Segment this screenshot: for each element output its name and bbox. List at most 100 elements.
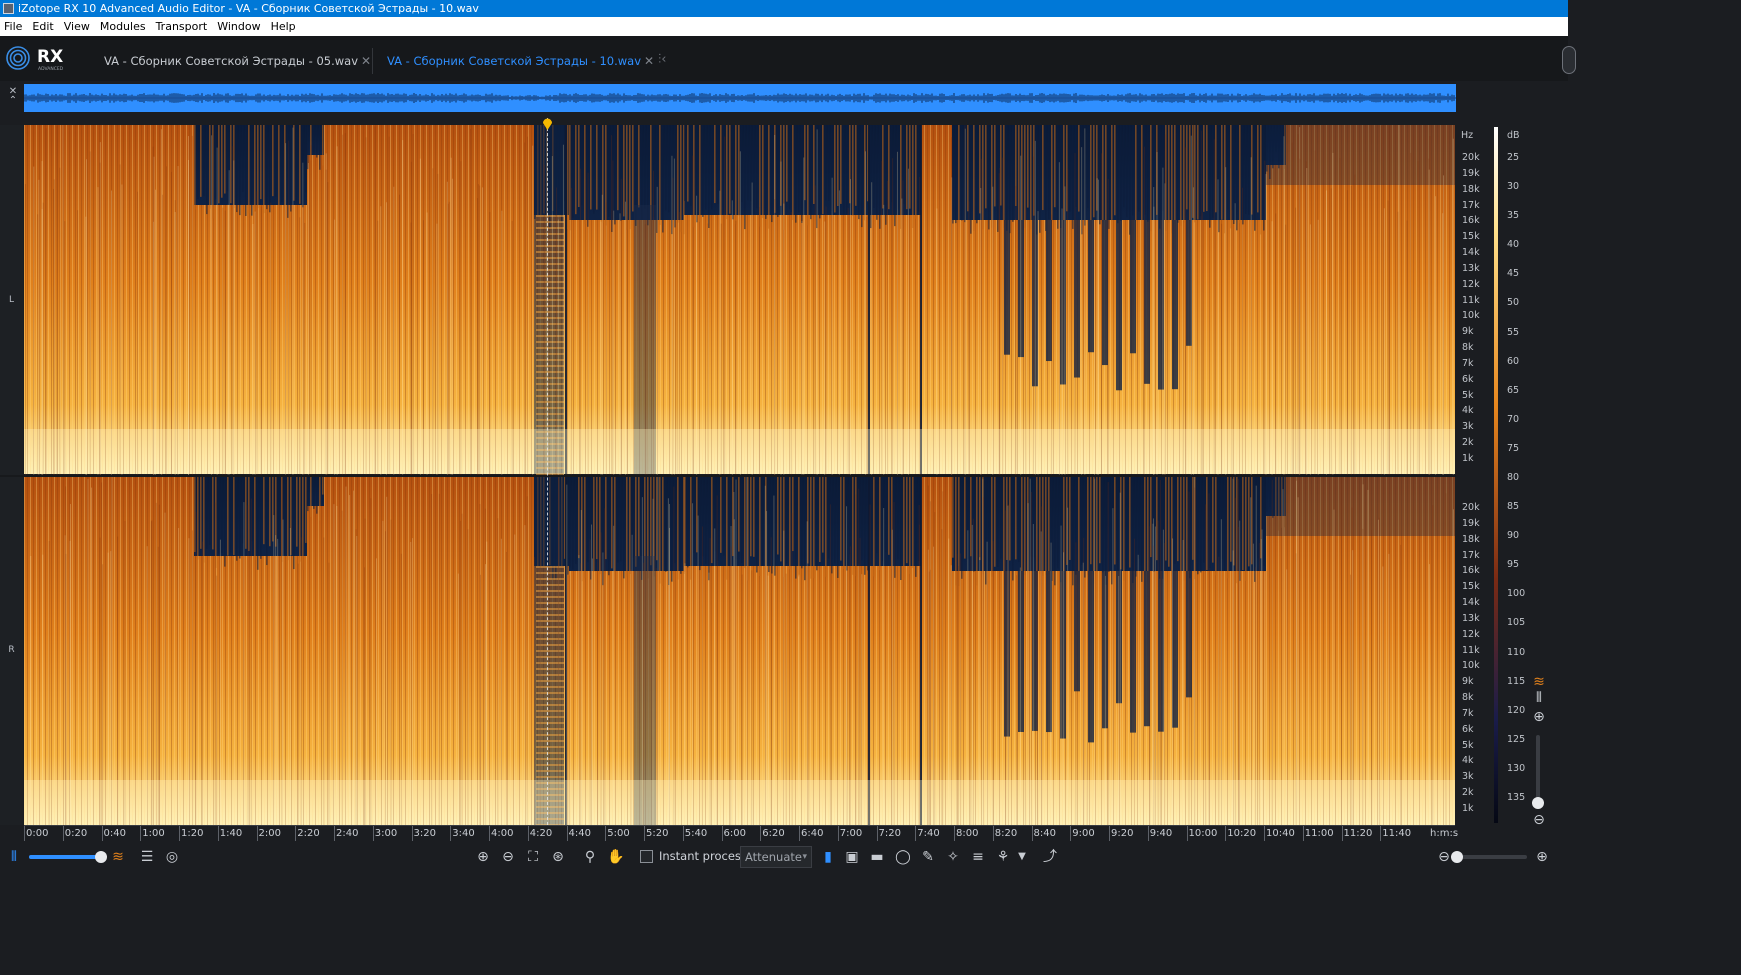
close-icon[interactable]: ✕: [644, 45, 654, 77]
spectrogram-display-icon[interactable]: ≋: [108, 847, 128, 867]
spectral-edge: [1180, 125, 1182, 226]
frequency-axis[interactable]: Hz 20k 19k 18k 17k 16k 15k 14k 13k 12k 11k 10k 9k 8k…: [1456, 125, 1494, 825]
time-frequency-selection-tool-icon[interactable]: ▣: [842, 847, 862, 867]
transient: [1029, 478, 1031, 825]
spectral-edge: [991, 476, 993, 577]
transient: [893, 501, 895, 825]
time-tick-label: 0:20: [62, 826, 87, 842]
spectral-edge: [873, 476, 875, 577]
spectral-edge: [1000, 476, 1002, 559]
close-icon[interactable]: ✕: [361, 45, 371, 77]
comb-notch: [1018, 571, 1024, 732]
spectral-edge: [1090, 125, 1092, 230]
spectral-edge: [1242, 476, 1244, 570]
spectral-edge: [1021, 476, 1023, 572]
collapse-overview-icon[interactable]: ✕ ⌃: [6, 87, 20, 106]
harmonic-band: [536, 305, 564, 307]
lasso-tool-icon[interactable]: ◯: [893, 847, 913, 867]
tools-menu-chevron-icon[interactable]: ▼: [1012, 847, 1032, 867]
menu-view[interactable]: View: [64, 20, 90, 33]
history-icon[interactable]: ☰: [137, 847, 157, 867]
slider-knob[interactable]: [1451, 851, 1463, 863]
instant-process-mode-select[interactable]: Attenuate ▾: [740, 846, 812, 868]
spectral-edge: [1096, 476, 1098, 572]
zoom-in-frequency-icon[interactable]: ⊕: [1529, 707, 1549, 727]
harmonic-band: [536, 269, 564, 271]
spectral-edge: [209, 476, 211, 545]
time-ruler[interactable]: 0:00 0:20 0:40 1:00 1:20 1:40 2:00 2:20 2:40 3:00…: [24, 825, 1458, 842]
frequency-selection-tool-icon[interactable]: ▬: [867, 847, 887, 867]
spectral-edge: [1227, 125, 1229, 210]
zoom-tool-icon[interactable]: ⚲: [580, 847, 600, 867]
spectral-edge: [1135, 125, 1137, 222]
playhead-line[interactable]: [547, 118, 548, 825]
transient: [746, 476, 748, 825]
transient: [934, 512, 936, 825]
menu-transport[interactable]: Transport: [156, 20, 208, 33]
spectral-edge: [1057, 476, 1059, 569]
spectral-gap: [307, 476, 324, 506]
zoom-out-frequency-icon[interactable]: ⊖: [1529, 810, 1549, 830]
frequency-tick-label: 6k: [1462, 723, 1474, 735]
hand-tool-icon[interactable]: ✋: [606, 847, 626, 867]
frequency-zoom-slider[interactable]: [1532, 735, 1544, 809]
playhead-marker-icon[interactable]: [542, 117, 553, 130]
slider-knob[interactable]: [95, 851, 107, 863]
find-similar-icon[interactable]: ⚘: [993, 847, 1013, 867]
menu-help[interactable]: Help: [271, 20, 296, 33]
time-zoom-slider[interactable]: [1451, 851, 1527, 863]
spectral-edge: [958, 125, 960, 223]
spectral-edge: [1078, 125, 1080, 212]
brush-tool-icon[interactable]: ✎: [918, 847, 938, 867]
zoom-fit-icon[interactable]: ⊛: [548, 847, 568, 867]
comments-icon[interactable]: ◎: [162, 847, 182, 867]
magic-wand-tool-icon[interactable]: ✧: [943, 847, 963, 867]
zoom-out-icon[interactable]: ⊖: [498, 847, 518, 867]
spectral-edge: [620, 476, 622, 562]
time-selection-tool-icon[interactable]: ▮: [818, 847, 838, 867]
spectral-edge: [617, 476, 619, 563]
spectral-edge: [900, 476, 902, 580]
zoom-to-selection-icon[interactable]: ⛶: [523, 847, 543, 867]
spectral-edge: [1072, 476, 1074, 586]
menu-file[interactable]: File: [4, 20, 22, 33]
tab-file-10[interactable]: VA - Сборник Советской Эстрады - 10.wav …: [387, 45, 662, 77]
menu-modules[interactable]: Modules: [100, 20, 146, 33]
transient: [652, 498, 654, 825]
instant-process-checkbox[interactable]: [640, 849, 653, 863]
harmonic-selection-icon[interactable]: ≡: [968, 847, 988, 867]
zoom-in-time-icon[interactable]: ⊕: [1532, 847, 1552, 867]
spectral-edge: [575, 476, 577, 564]
spectrogram-opacity-slider[interactable]: [29, 851, 107, 863]
waveform-view-icon[interactable]: ⦀: [1529, 688, 1549, 708]
spectral-edge: [206, 125, 208, 215]
transient: [382, 520, 384, 825]
spectral-edge: [819, 476, 821, 563]
menu-window[interactable]: Window: [217, 20, 260, 33]
zoom-in-icon[interactable]: ⊕: [473, 847, 493, 867]
tab-file-05[interactable]: VA - Сборник Советской Эстрады - 05.wav …: [104, 45, 379, 77]
spectral-edge: [1150, 125, 1152, 232]
waveform-display-icon[interactable]: ⦀: [4, 847, 24, 867]
db-tick-label: 45: [1507, 268, 1520, 280]
logo-text: RX: [37, 47, 63, 67]
spectral-edge: [310, 476, 312, 518]
spectral-edge: [840, 476, 842, 561]
spectral-edge: [1102, 125, 1104, 223]
spectral-edge: [248, 125, 250, 214]
tab-overflow-icon[interactable]: ⫶‹: [658, 52, 666, 67]
spectral-edge: [581, 125, 583, 206]
panel-toggle-button[interactable]: [1562, 46, 1576, 74]
spectral-edge: [888, 476, 890, 555]
spectral-edge: [684, 125, 686, 201]
instant-process-toggle[interactable]: Instant process: [640, 849, 747, 863]
comb-notch: [1004, 220, 1010, 355]
slider-knob[interactable]: [1532, 797, 1544, 809]
menu-edit[interactable]: Edit: [32, 20, 53, 33]
overview-waveform[interactable]: [24, 84, 1456, 112]
spectral-edge: [1230, 476, 1232, 562]
envelope-tool-icon[interactable]: ⤴: [1040, 847, 1060, 867]
db-tick-label: 85: [1507, 501, 1520, 513]
spectral-edge: [1057, 125, 1059, 229]
spectral-edge: [1174, 476, 1176, 564]
